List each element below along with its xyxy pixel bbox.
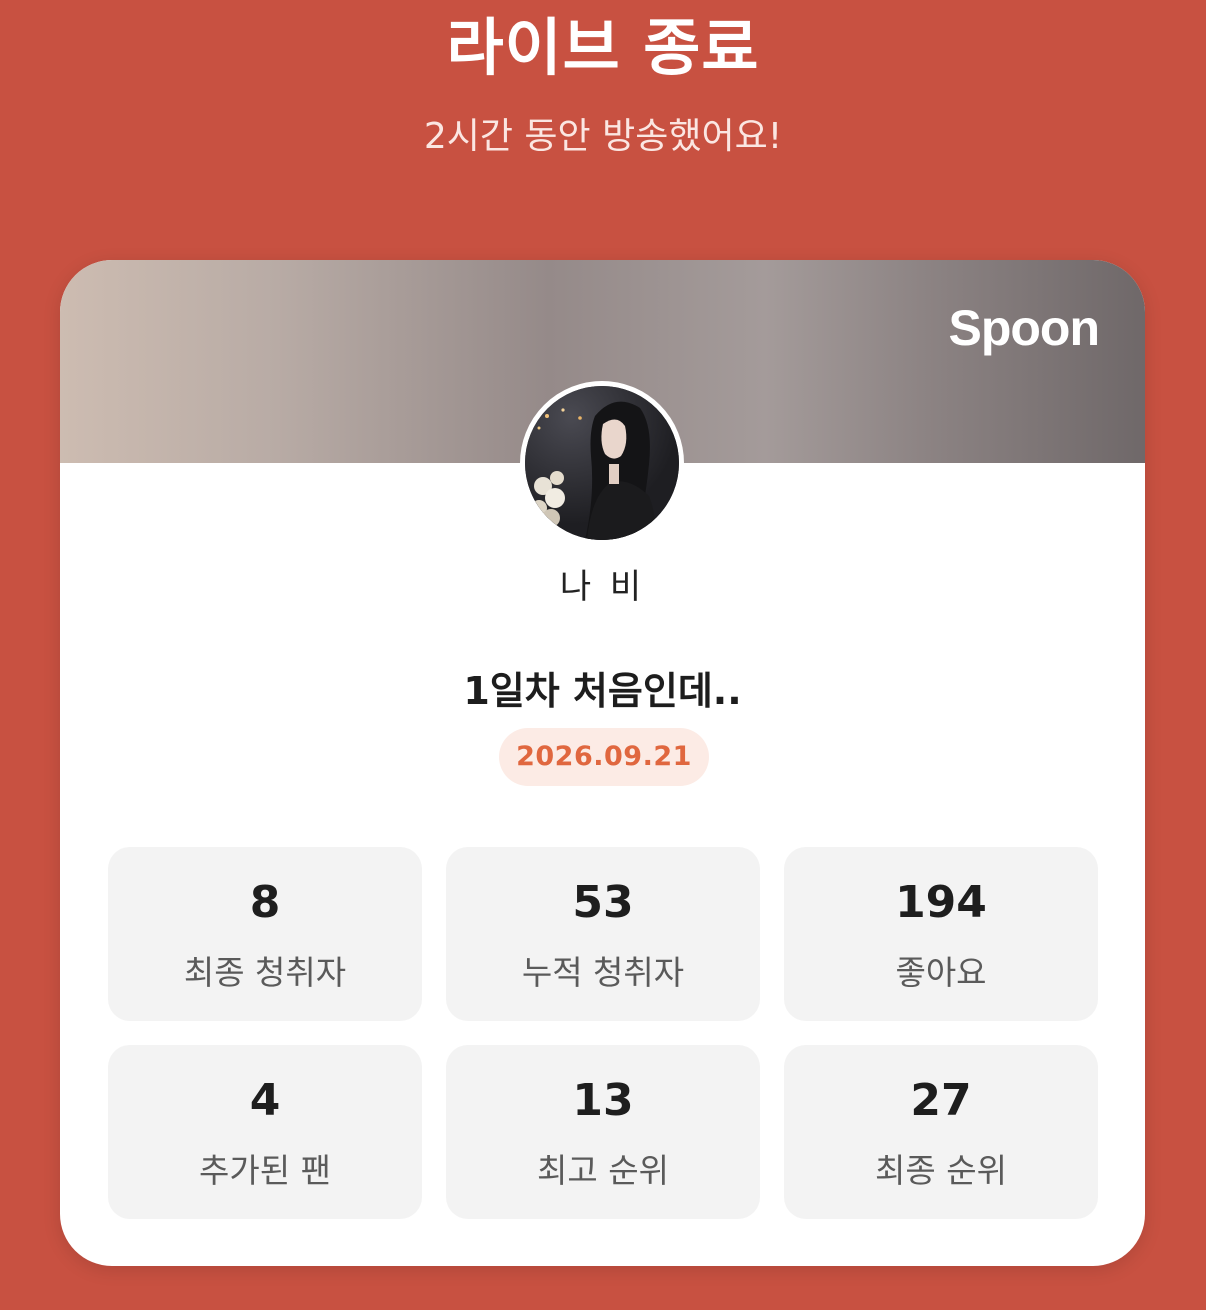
stat-final-listeners: 8 최종 청취자	[108, 847, 422, 1021]
stat-value: 8	[249, 877, 281, 928]
spoon-logo: Spoon	[948, 300, 1100, 356]
stat-value: 4	[249, 1075, 281, 1126]
stat-value: 53	[572, 877, 634, 928]
stat-value: 27	[910, 1075, 972, 1126]
stat-label: 누적 청취자	[521, 953, 685, 992]
avatar[interactable]	[520, 381, 684, 545]
stat-best-rank: 13 최고 순위	[446, 1045, 760, 1219]
stat-new-fans: 4 추가된 팬	[108, 1045, 422, 1219]
stat-label: 최고 순위	[537, 1151, 669, 1190]
date-badge: 2026.09.21	[499, 728, 709, 786]
stat-label: 좋아요	[895, 953, 987, 992]
stat-total-listeners: 53 누적 청취자	[446, 847, 760, 1021]
dj-nickname: 나 비	[559, 567, 646, 607]
stat-label: 추가된 팬	[199, 1151, 331, 1190]
stat-value: 194	[895, 877, 987, 928]
avatar-photo	[525, 386, 679, 540]
stat-label: 최종 청취자	[183, 953, 347, 992]
live-summary-card: Spoon 나 비 1일차 처음인데.. 2026.09.21 8 최종 청취자…	[60, 260, 1145, 1266]
page-title: 라이브 종료	[446, 11, 760, 84]
broadcast-duration-text: 2시간 동안 방송했어요!	[423, 116, 783, 157]
stats-grid: 8 최종 청취자 53 누적 청취자 194 좋아요 4 추가된 팬 13 최고…	[108, 847, 1098, 1219]
live-title: 1일차 처음인데..	[463, 669, 742, 713]
stat-label: 최종 순위	[875, 1151, 1007, 1190]
stat-value: 13	[572, 1075, 634, 1126]
stat-final-rank: 27 최종 순위	[784, 1045, 1098, 1219]
stat-likes: 194 좋아요	[784, 847, 1098, 1021]
